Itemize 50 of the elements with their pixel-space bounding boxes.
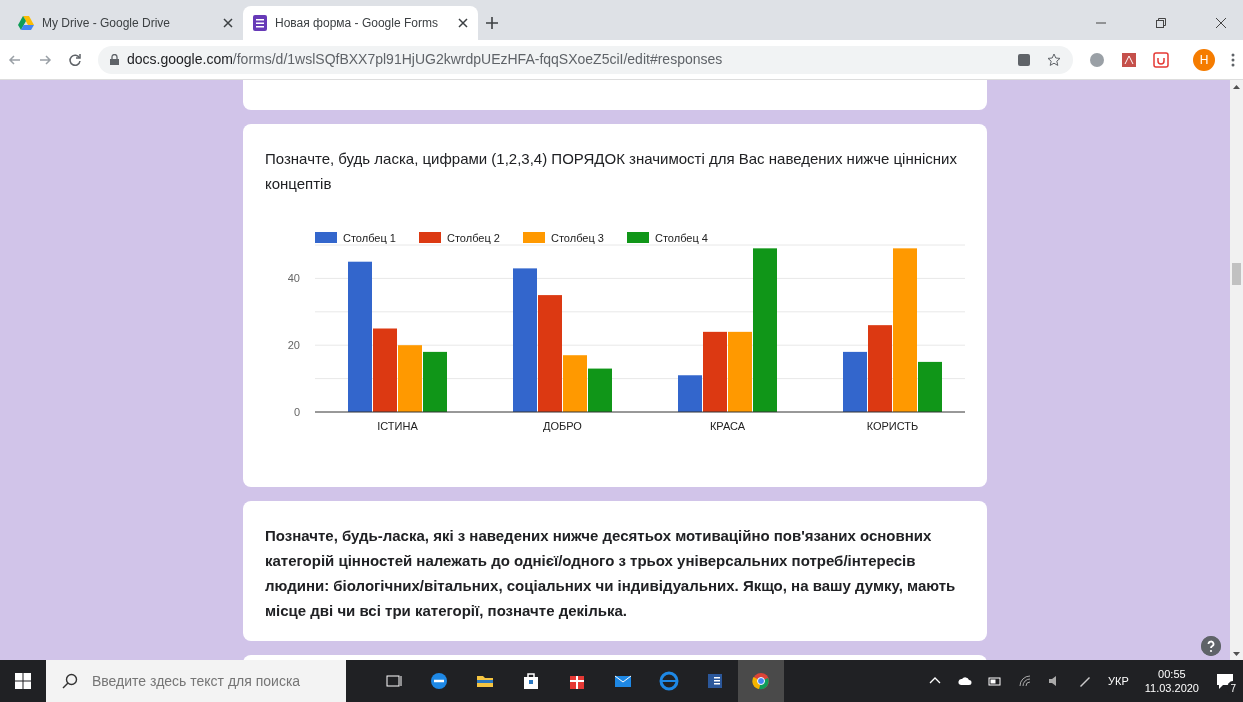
category-label: КОРИСТЬ <box>866 420 919 432</box>
cloud-icon[interactable] <box>958 674 972 688</box>
browser-tab[interactable]: Новая форма - Google Forms <box>243 6 478 40</box>
legend-label: Столбец 1 <box>343 232 396 244</box>
restore-icon[interactable] <box>1155 17 1167 29</box>
search-field[interactable]: Введите здесь текст для поиска <box>46 660 346 702</box>
bar <box>588 368 612 412</box>
search-icon <box>62 673 78 689</box>
legend-item: Столбец 2 <box>419 232 500 244</box>
form-logo-icon <box>253 15 267 31</box>
help-icon[interactable] <box>1201 636 1221 656</box>
bar <box>843 351 867 412</box>
close-icon[interactable] <box>223 18 233 28</box>
battery-icon[interactable] <box>988 674 1002 688</box>
close-icon[interactable] <box>1215 17 1227 29</box>
new-tab-icon[interactable] <box>486 17 498 29</box>
star-icon[interactable] <box>1047 52 1062 67</box>
back-icon[interactable] <box>8 52 22 67</box>
reload-icon[interactable] <box>68 52 82 67</box>
tab-title: My Drive - Google Drive <box>42 15 172 32</box>
browser-tab[interactable]: My Drive - Google Drive <box>8 6 243 40</box>
category-label: ІСТИНА <box>377 420 418 432</box>
menu-icon[interactable] <box>1231 52 1235 67</box>
triangle-logo-icon <box>18 16 34 30</box>
axis-tick-label: 20 <box>287 339 300 352</box>
language-indicator[interactable]: УКР <box>1108 672 1129 690</box>
wifi-icon[interactable] <box>1018 674 1032 688</box>
close-icon[interactable] <box>458 18 468 28</box>
category-label: КРАСА <box>709 420 746 432</box>
category-label: ДОБРО <box>543 420 582 432</box>
bar <box>398 345 422 412</box>
lock-icon <box>110 54 119 65</box>
axis-tick-label: 0 <box>293 406 300 418</box>
question-text: Позначте, будь ласка, цифрами (1,2,3,4) ПОРЯДОК значимості для Вас наведених нижче ціннісних концептів <box>265 149 958 194</box>
legend-label: Столбец 4 <box>655 232 708 244</box>
tab-title: Новая форма - Google Forms <box>275 15 439 32</box>
section-text: Позначте, будь-ласка, які з наведених нижче десятьох мотиваційно пов'язаних основних категорій цінностей належать до однієї/одного з трьох універсальних потреб/інтересів людини: біологічних/вітальних, соціальних чи індивідуальних. Якщо, на вашу думку, мають місце дві чи всі три категорії, позначте декілька. <box>265 526 957 621</box>
forward-icon[interactable] <box>38 52 52 67</box>
legend-label: Столбец 3 <box>551 232 604 244</box>
axis-tick-label: 40 <box>287 272 300 285</box>
bar <box>423 351 447 412</box>
legend-item: Столбец 4 <box>627 232 708 244</box>
scrollbar[interactable] <box>1230 80 1243 660</box>
legend-label: Столбец 2 <box>447 232 500 244</box>
pdf-icon[interactable] <box>1121 51 1138 68</box>
legend-item: Столбец 1 <box>315 232 396 244</box>
pocket-icon[interactable] <box>1153 51 1170 68</box>
pen-icon[interactable] <box>1078 674 1092 688</box>
legend-item: Столбец 3 <box>523 232 604 244</box>
clock[interactable]: 00:55 11.03.2020 <box>1144 667 1199 695</box>
